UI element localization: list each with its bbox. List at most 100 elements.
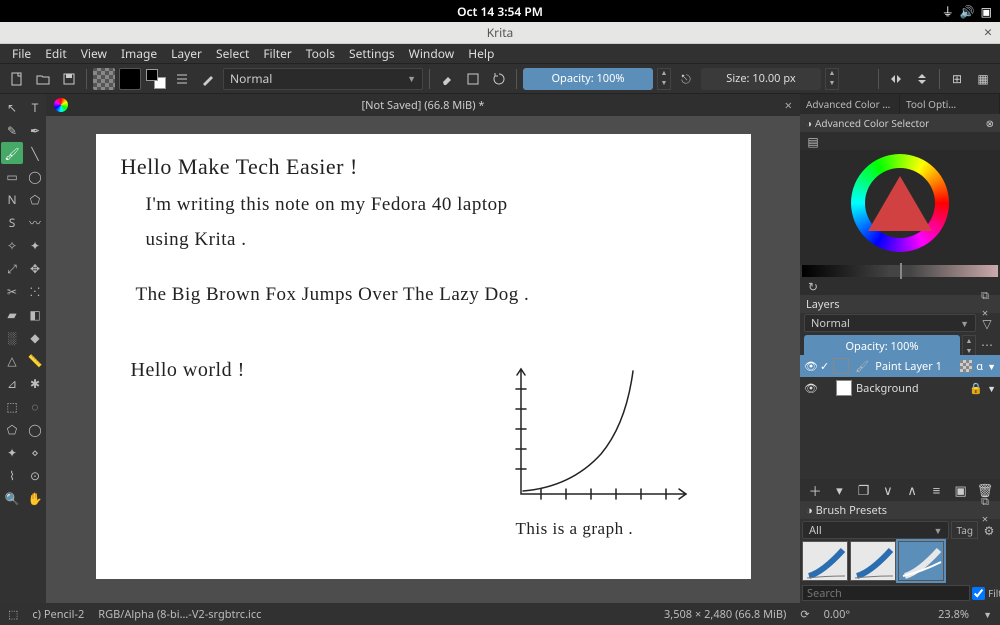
tool-magnetic-select[interactable]: ⊙ <box>24 464 46 486</box>
menu-edit[interactable]: Edit <box>39 43 72 64</box>
tool-bezier-select[interactable]: ⌇ <box>1 464 23 486</box>
tool-crop[interactable]: ✂ <box>1 280 23 302</box>
step-up-icon[interactable]: ▲ <box>826 69 838 79</box>
mirror-h-icon[interactable] <box>885 68 907 90</box>
tool-dynamic[interactable]: ✧ <box>1 234 23 256</box>
brush-preset[interactable] <box>850 541 896 581</box>
tool-ellipse[interactable]: ◯ <box>24 165 46 187</box>
shade-bar[interactable] <box>802 265 998 277</box>
menu-select[interactable]: Select <box>210 43 255 64</box>
tool-gradient[interactable]: ◧ <box>24 303 46 325</box>
dock-close-icon[interactable]: ⊗ <box>986 116 994 130</box>
workspace-icon[interactable]: ▦ <box>972 68 994 90</box>
layer-row[interactable]: 👁 ✓ 🖌 Paint Layer 1 α ▼ <box>800 355 1000 377</box>
tool-move[interactable]: ↖ <box>1 96 23 118</box>
menu-image[interactable]: Image <box>115 43 163 64</box>
tool-smart-patch[interactable]: ✱ <box>24 372 46 394</box>
tool-rect-select[interactable]: ⬚ <box>1 395 23 417</box>
preset-tag-combo[interactable]: All▼ <box>802 521 949 539</box>
window-close-button[interactable]: × <box>984 23 992 42</box>
tool-fill[interactable]: ▰ <box>1 303 23 325</box>
reload-preset-icon[interactable] <box>488 68 510 90</box>
dock-tab-tool-options[interactable]: Tool Opti… <box>900 94 1000 114</box>
size-slider[interactable]: Size: 10.00 px <box>701 68 821 90</box>
visibility-icon[interactable]: 👁 <box>804 381 816 396</box>
visibility-icon[interactable]: 👁 <box>804 359 816 374</box>
tool-reference[interactable]: ⊿ <box>1 372 23 394</box>
color-refresh-icon[interactable]: ↻ <box>804 277 822 295</box>
layer-row[interactable]: 👁 Background 🔒 ▼ <box>800 377 1000 399</box>
tool-assist[interactable]: △ <box>1 349 23 371</box>
alpha-lock-icon[interactable] <box>462 68 484 90</box>
opacity-slider[interactable]: Opacity: 100% <box>523 68 653 90</box>
settings-icon[interactable]: ⚙ <box>980 521 998 539</box>
battery-icon[interactable]: ▣ <box>981 3 992 20</box>
tool-bezier[interactable]: S <box>1 211 23 233</box>
menu-window[interactable]: Window <box>403 43 461 64</box>
menu-tools[interactable]: Tools <box>300 43 341 64</box>
system-tray[interactable]: ⏚ 🔊 ▣ <box>942 3 992 20</box>
hue-ring[interactable] <box>851 154 949 252</box>
tool-transform[interactable]: ⤢ <box>1 257 23 279</box>
layer-options-icon[interactable]: ⋯ <box>978 335 996 353</box>
canvas-viewport[interactable]: Hello Make Tech Easier ! I'm writing thi… <box>46 116 800 603</box>
add-layer-icon[interactable]: ＋ <box>804 481 826 499</box>
layer-mask-icon[interactable]: ▣ <box>950 481 972 499</box>
close-tab-icon[interactable]: × <box>785 96 792 114</box>
tool-measure[interactable]: 📏 <box>24 349 46 371</box>
lock-icon[interactable]: 🔒 <box>969 381 983 396</box>
opacity-stepper[interactable]: ▲▼ <box>657 68 671 90</box>
tool-brush[interactable]: 🖌 <box>1 142 23 164</box>
tool-edit-shape[interactable]: ✎ <box>1 119 23 141</box>
brush-preset[interactable] <box>802 541 848 581</box>
layer-menu-icon[interactable]: ▾ <box>828 481 850 499</box>
status-zoom[interactable]: 23.8% <box>938 607 969 622</box>
tool-ellipse-select[interactable]: ◌ <box>24 395 46 417</box>
tool-similar-select[interactable]: ⋄ <box>24 441 46 463</box>
rotation-reset-icon[interactable]: ⟳ <box>800 607 809 622</box>
menu-file[interactable]: File <box>6 43 37 64</box>
alpha-icon[interactable] <box>960 360 972 372</box>
tool-smart-fill[interactable]: ◆ <box>24 326 46 348</box>
dock-tab-color-selector[interactable]: Advanced Color Selec… <box>800 94 900 114</box>
tool-zoom[interactable]: 🔍 <box>1 487 23 509</box>
menu-view[interactable]: View <box>75 43 113 64</box>
filter-icon[interactable]: ▽ <box>978 314 996 332</box>
preset-search-input[interactable] <box>802 585 970 601</box>
step-down-icon[interactable]: ▼ <box>826 79 838 89</box>
pattern-swatch[interactable] <box>93 68 115 90</box>
status-profile[interactable]: RGB/Alpha (8-bi…-V2-srgbtrc.icc <box>98 607 261 622</box>
filter-in-tag-checkbox[interactable]: Filter in Tag <box>972 585 1000 601</box>
tool-pan[interactable]: ✋ <box>24 487 46 509</box>
canvas[interactable]: Hello Make Tech Easier ! I'm writing thi… <box>96 134 751 579</box>
fg-bg-colors[interactable] <box>145 68 167 90</box>
open-file-icon[interactable] <box>32 68 54 90</box>
chevron-down-icon[interactable]: ▼ <box>987 382 996 395</box>
brush-editor-icon[interactable] <box>197 68 219 90</box>
tool-poly-select[interactable]: ⬠ <box>1 418 23 440</box>
advanced-color-selector[interactable] <box>800 150 1000 265</box>
menu-help[interactable]: Help <box>462 43 500 64</box>
status-angle[interactable]: 0.00° <box>824 607 851 622</box>
step-down-icon[interactable]: ▼ <box>658 79 670 89</box>
zoom-dropdown-icon[interactable]: ▼ <box>983 608 992 621</box>
dock-float-icon[interactable]: ⧉ <box>976 492 994 510</box>
tool-polygon[interactable]: ⬠ <box>24 188 46 210</box>
step-up-icon[interactable]: ▲ <box>658 69 670 79</box>
document-tab[interactable]: [Not Saved] (66.8 MiB) * × <box>46 94 800 116</box>
menu-filter[interactable]: Filter <box>257 43 297 64</box>
tool-freehand-path[interactable]: 〰 <box>24 211 46 233</box>
eraser-mode-icon[interactable] <box>436 68 458 90</box>
wifi-icon[interactable]: ⏚ <box>942 3 954 20</box>
brush-preset[interactable] <box>898 541 944 581</box>
tool-contiguous-select[interactable]: ✦ <box>1 441 23 463</box>
menu-layer[interactable]: Layer <box>165 43 208 64</box>
chevron-down-icon[interactable]: ▼ <box>987 360 996 373</box>
opacity-lock-icon[interactable]: ⎋ <box>675 68 697 90</box>
layer-props-icon[interactable]: ≡ <box>925 481 947 499</box>
dock-float-icon[interactable]: ⧉ <box>976 286 994 304</box>
tool-text[interactable]: T <box>24 96 46 118</box>
tool-pattern[interactable]: ░ <box>1 326 23 348</box>
tool-move-layer[interactable]: ✥ <box>24 257 46 279</box>
sv-triangle[interactable] <box>868 176 932 231</box>
